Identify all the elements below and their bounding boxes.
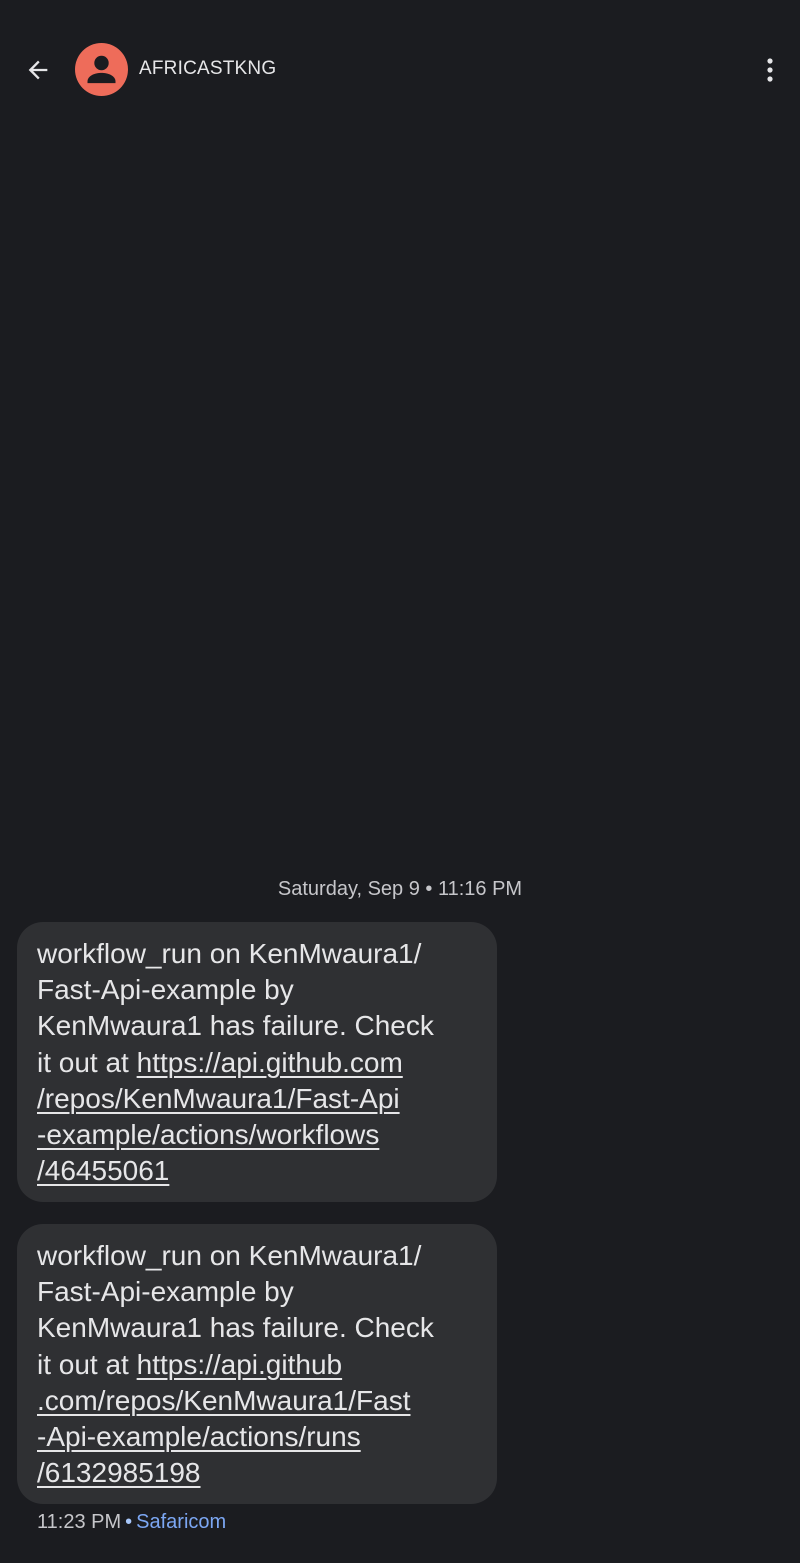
message-bubble[interactable]: workflow_run on KenMwaura1/ Fast-Api-exa… <box>17 922 497 1202</box>
more-vert-icon <box>767 58 773 82</box>
carrier-label[interactable]: Safaricom <box>136 1511 226 1533</box>
conversation-header: AFRICASTKNG <box>0 0 800 140</box>
message-link[interactable]: .com/repos/KenMwaura1/Fast <box>37 1383 477 1419</box>
date-separator: Saturday, Sep 9 • 11:16 PM <box>277 878 523 900</box>
more-options-button[interactable] <box>752 50 788 90</box>
message-text-line: Fast-Api-example by <box>37 1276 294 1308</box>
message-text-line: KenMwaura1 has failure. Check <box>37 1312 434 1344</box>
message-link[interactable]: https://api.github.com <box>137 1047 403 1078</box>
contact-name[interactable]: AFRICASTKNG <box>139 57 276 81</box>
arrow-back-icon <box>28 60 48 80</box>
message-text-line: it out at <box>37 1046 137 1078</box>
message-text-line: KenMwaura1 has failure. Check <box>37 1010 434 1042</box>
message-link[interactable]: -example/actions/workflows <box>37 1117 477 1153</box>
contact-avatar[interactable] <box>75 43 128 96</box>
message-link[interactable]: -Api-example/actions/runs <box>37 1419 477 1455</box>
message-text-line: Fast-Api-example by <box>37 974 294 1006</box>
message-timestamp: 11:23 PM <box>37 1511 122 1533</box>
separator-dot: • <box>125 1511 133 1533</box>
message-metadata: 11:23 PM • Safaricom <box>37 1509 226 1535</box>
message-link[interactable]: /repos/KenMwaura1/Fast-Api <box>37 1081 477 1117</box>
person-icon <box>87 55 116 84</box>
message-link[interactable]: /46455061 <box>37 1153 477 1189</box>
message-bubble[interactable]: workflow_run on KenMwaura1/ Fast-Api-exa… <box>17 1224 497 1504</box>
message-text-line: workflow_run on KenMwaura1/ <box>37 938 422 969</box>
message-text-line: workflow_run on KenMwaura1/ <box>37 1240 422 1271</box>
back-button[interactable] <box>18 50 58 90</box>
message-text-line: it out at <box>37 1348 137 1380</box>
message-link[interactable]: /6132985198 <box>37 1455 477 1491</box>
messages-app: AFRICASTKNG Saturday, Sep 9 • 11:16 PM w… <box>0 0 800 1563</box>
message-link[interactable]: https://api.github <box>137 1349 342 1380</box>
